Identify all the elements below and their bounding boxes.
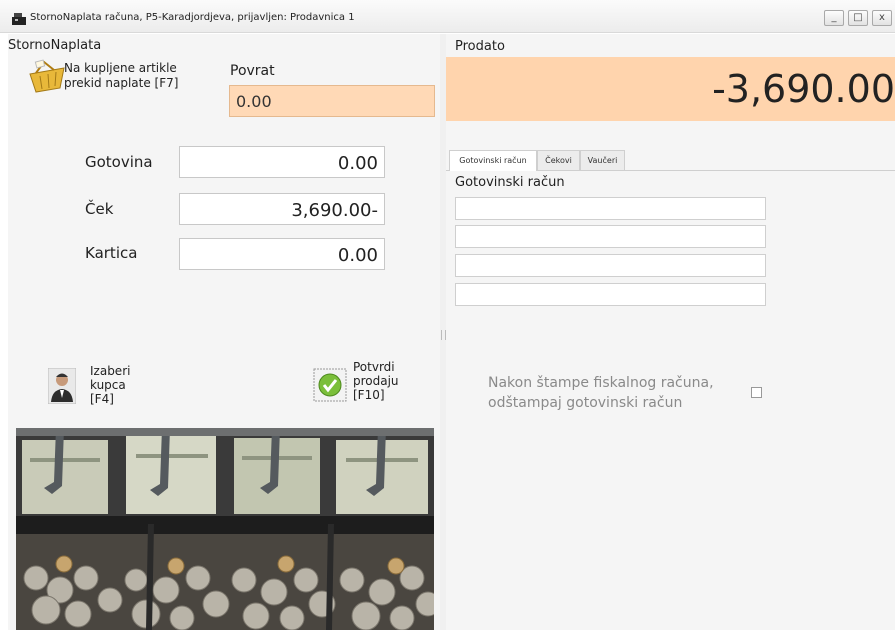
gotovina-label: Gotovina xyxy=(85,153,153,171)
window-title: StornoNaplata računa, P5-Karadjordjeva, … xyxy=(30,12,355,23)
povrat-label: Povrat xyxy=(230,63,275,79)
storno-action-label: Na kupljene artikle prekid naplate [F7] xyxy=(64,61,179,90)
povrat-field: 0.00 xyxy=(229,85,435,117)
tab-content-title: Gotovinski račun xyxy=(455,175,565,190)
prodato-title: Prodato xyxy=(455,39,505,54)
confirm-sale-button[interactable]: Potvrdi prodaju [F10] xyxy=(313,360,423,416)
receipt-line-field[interactable] xyxy=(455,197,766,220)
kartica-label: Kartica xyxy=(85,244,138,262)
storno-title: StornoNaplata xyxy=(8,38,102,53)
print-option-checkbox[interactable] xyxy=(751,387,762,398)
kartica-field[interactable]: 0.00 xyxy=(179,238,385,270)
payment-tabs: Gotovinski račun Čekovi Vaučeri xyxy=(446,146,895,171)
storno-panel: StornoNaplata Na kupljene artikle prekid… xyxy=(8,34,440,630)
basket-icon xyxy=(29,59,65,93)
close-button[interactable]: x xyxy=(872,10,892,26)
maximize-button[interactable]: □ xyxy=(848,10,868,26)
gotovina-field[interactable]: 0.00 xyxy=(179,146,385,178)
cash-register-icon xyxy=(12,13,26,25)
cash-drawer-image xyxy=(16,428,434,630)
choose-customer-label: Izaberi kupca [F4] xyxy=(90,364,131,406)
total-amount: -3,690.00 xyxy=(712,67,895,111)
user-icon xyxy=(48,368,76,404)
receipt-line-field[interactable] xyxy=(455,283,766,306)
total-display: -3,690.00 xyxy=(446,57,895,121)
choose-customer-button[interactable]: Izaberi kupca [F4] xyxy=(48,364,148,414)
cek-label: Ček xyxy=(85,200,114,218)
tab-gotovinski-racun[interactable]: Gotovinski račun xyxy=(449,150,537,171)
print-option-label: Nakon štampe fiskalnog računa, odštampaj… xyxy=(488,375,714,411)
receipt-line-field[interactable] xyxy=(455,254,766,277)
minimize-button[interactable]: _ xyxy=(824,10,844,26)
checkmark-icon xyxy=(313,368,347,402)
confirm-sale-label: Potvrdi prodaju [F10] xyxy=(353,360,399,402)
sales-panel: Prodato -3,690.00 Gotovinski račun Čekov… xyxy=(446,34,895,630)
tab-cekovi[interactable]: Čekovi xyxy=(537,150,580,170)
receipt-line-field[interactable] xyxy=(455,225,766,248)
cek-field[interactable]: 3,690.00- xyxy=(179,193,385,225)
title-bar: StornoNaplata računa, P5-Karadjordjeva, … xyxy=(0,0,895,33)
tab-vauceri[interactable]: Vaučeri xyxy=(580,150,625,170)
